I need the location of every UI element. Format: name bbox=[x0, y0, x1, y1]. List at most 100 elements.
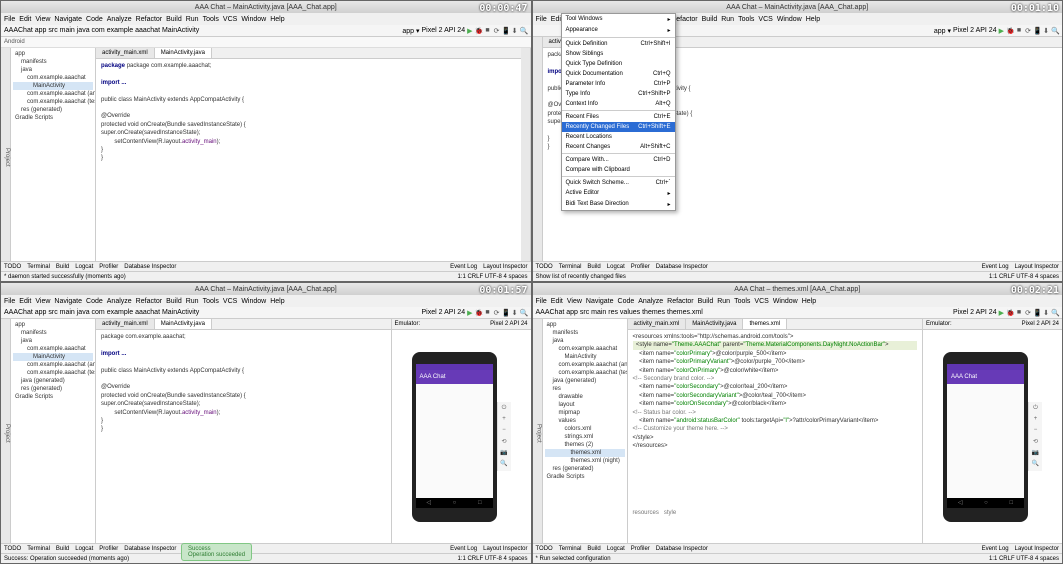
sidebar-left[interactable] bbox=[533, 37, 543, 261]
tab-activity-main[interactable]: activity_main.xml bbox=[96, 48, 155, 58]
device-screen[interactable]: AAA Chat bbox=[947, 364, 1024, 498]
menu-window[interactable]: Window bbox=[241, 298, 266, 305]
dd-recent-files[interactable]: Recent FilesCtrl+E bbox=[562, 112, 675, 122]
dd-quick-type[interactable]: Quick Type Definition bbox=[562, 59, 675, 69]
menu-file[interactable]: File bbox=[4, 298, 15, 305]
debug-icon[interactable]: 🐞 bbox=[475, 27, 483, 35]
avd-icon[interactable]: 📱 bbox=[1033, 27, 1041, 35]
stop-icon[interactable]: ■ bbox=[1015, 27, 1023, 35]
code-editor[interactable]: package com.example.aaachat; import ... … bbox=[96, 330, 391, 543]
nav-recent-icon[interactable]: □ bbox=[478, 500, 482, 506]
menu-help[interactable]: Help bbox=[270, 16, 284, 23]
tab-todo[interactable]: TODO bbox=[536, 264, 553, 270]
sidebar-left[interactable]: Project bbox=[533, 319, 543, 543]
emu-power-icon[interactable]: ⏻ bbox=[500, 405, 508, 413]
menu-tools[interactable]: Tools bbox=[203, 16, 219, 23]
nav-back-icon[interactable]: ◁ bbox=[426, 499, 431, 506]
dd-recent-changes[interactable]: Recent ChangesAlt+Shift+C bbox=[562, 142, 675, 152]
menu-edit[interactable]: Edit bbox=[19, 16, 31, 23]
menu-help[interactable]: Help bbox=[806, 16, 820, 23]
sync-icon[interactable]: ⟳ bbox=[1024, 27, 1032, 35]
dd-quick-def[interactable]: Quick DefinitionCtrl+Shift+I bbox=[562, 39, 675, 49]
emu-rotate-icon[interactable]: ⟲ bbox=[500, 438, 508, 446]
tree-manifests[interactable]: manifests bbox=[13, 58, 93, 66]
dd-tool-windows[interactable]: Tool Windows▸ bbox=[562, 14, 675, 25]
menu-code[interactable]: Code bbox=[86, 16, 103, 23]
menu-refactor[interactable]: Refactor bbox=[136, 16, 162, 23]
menu-help[interactable]: Help bbox=[270, 298, 284, 305]
tree-app[interactable]: app bbox=[13, 50, 93, 58]
tree-pkg2[interactable]: com.example.aaachat (androidTest) bbox=[13, 90, 93, 98]
tab-build[interactable]: Build bbox=[587, 264, 600, 270]
dd-recent-loc[interactable]: Recent Locations bbox=[562, 132, 675, 142]
tab-profiler[interactable]: Profiler bbox=[99, 264, 118, 270]
menu-file[interactable]: File bbox=[536, 16, 547, 23]
device-selector[interactable]: Pixel 2 API 24 bbox=[953, 27, 997, 34]
menu-view[interactable]: View bbox=[35, 298, 50, 305]
menu-view[interactable]: View bbox=[35, 16, 50, 23]
code-editor[interactable]: package package com.example.aaachat; imp… bbox=[96, 59, 521, 261]
emu-device[interactable]: Pixel 2 API 24 bbox=[490, 321, 527, 327]
tab-db[interactable]: Database Inspector bbox=[124, 264, 176, 270]
project-tree[interactable]: app manifests java com.example.aaachat M… bbox=[543, 319, 628, 543]
emu-zoom-icon[interactable]: 🔍 bbox=[500, 460, 508, 468]
tab-build[interactable]: Build bbox=[56, 264, 69, 270]
tab-main-activity[interactable]: MainActivity.java bbox=[155, 48, 212, 58]
stop-icon[interactable]: ■ bbox=[484, 27, 492, 35]
dd-quick-switch[interactable]: Quick Switch Scheme...Ctrl+` bbox=[562, 178, 675, 188]
dd-show-siblings[interactable]: Show Siblings bbox=[562, 49, 675, 59]
menu-navigate[interactable]: Navigate bbox=[54, 16, 82, 23]
tab-main-activity[interactable]: MainActivity.java bbox=[686, 319, 743, 329]
dd-recent-changed[interactable]: Recently Changed FilesCtrl+Shift+E bbox=[562, 122, 675, 132]
search-icon[interactable]: 🔍 bbox=[1051, 27, 1059, 35]
tree-gradle[interactable]: Gradle Scripts bbox=[13, 114, 93, 122]
tab-event-log[interactable]: Event Log bbox=[982, 264, 1009, 270]
tab-layout-insp[interactable]: Layout Inspector bbox=[483, 264, 527, 270]
menu-tools[interactable]: Tools bbox=[738, 16, 754, 23]
tab-logcat[interactable]: Logcat bbox=[75, 264, 93, 270]
device-selector[interactable]: Pixel 2 API 24 bbox=[422, 309, 466, 316]
project-view-selector[interactable]: Android bbox=[4, 39, 25, 45]
dd-param[interactable]: Parameter InfoCtrl+P bbox=[562, 79, 675, 89]
tab-db[interactable]: Database Inspector bbox=[656, 264, 708, 270]
menu-vcs[interactable]: VCS bbox=[223, 16, 237, 23]
sdk-icon[interactable]: ⬇ bbox=[1042, 27, 1050, 35]
tree-res-gen[interactable]: res (generated) bbox=[13, 106, 93, 114]
dd-appearance[interactable]: Appearance▸ bbox=[562, 25, 675, 36]
tree-java[interactable]: java bbox=[13, 66, 93, 74]
menu-window[interactable]: Window bbox=[241, 16, 266, 23]
tab-logcat[interactable]: Logcat bbox=[607, 264, 625, 270]
menu-window[interactable]: Window bbox=[777, 16, 802, 23]
menu-analyze[interactable]: Analyze bbox=[107, 298, 132, 305]
project-tree[interactable]: app manifests java com.example.aaachat M… bbox=[11, 319, 96, 543]
menu-file[interactable]: File bbox=[4, 16, 15, 23]
dd-type[interactable]: Type InfoCtrl+Shift+P bbox=[562, 89, 675, 99]
search-icon[interactable]: 🔍 bbox=[520, 27, 528, 35]
menu-code[interactable]: Code bbox=[86, 298, 103, 305]
tab-themes[interactable]: themes.xml bbox=[743, 319, 787, 329]
dd-bidi[interactable]: Bidi Text Base Direction▸ bbox=[562, 199, 675, 210]
sidebar-left[interactable]: Project bbox=[1, 48, 11, 261]
emu-camera-icon[interactable]: 📷 bbox=[500, 449, 508, 457]
menu-build[interactable]: Build bbox=[702, 16, 718, 23]
tab-main-activity[interactable]: MainActivity.java bbox=[155, 319, 212, 329]
dd-compare[interactable]: Compare With...Ctrl+D bbox=[562, 155, 675, 165]
run-icon[interactable]: ▶ bbox=[467, 27, 472, 35]
tab-terminal[interactable]: Terminal bbox=[27, 264, 50, 270]
tab-activity-main[interactable]: activity_main.xml bbox=[96, 319, 155, 329]
device-screen[interactable]: AAA Chat bbox=[416, 364, 493, 498]
menu-navigate[interactable]: Navigate bbox=[54, 298, 82, 305]
menu-edit[interactable]: Edit bbox=[19, 298, 31, 305]
tab-terminal[interactable]: Terminal bbox=[559, 264, 582, 270]
menu-refactor[interactable]: Refactor bbox=[136, 298, 162, 305]
dd-context[interactable]: Context InfoAlt+Q bbox=[562, 99, 675, 109]
tree-main-activity[interactable]: MainActivity bbox=[13, 82, 93, 90]
dd-active-editor[interactable]: Active Editor▸ bbox=[562, 188, 675, 199]
avd-icon[interactable]: 📱 bbox=[502, 27, 510, 35]
menu-analyze[interactable]: Analyze bbox=[107, 16, 132, 23]
device-selector[interactable]: Pixel 2 API 24 bbox=[422, 27, 466, 34]
sidebar-left[interactable]: Project bbox=[1, 319, 11, 543]
menu-run[interactable]: Run bbox=[186, 16, 199, 23]
tab-activity-main[interactable]: activity_main.xml bbox=[628, 319, 687, 329]
menu-vcs[interactable]: VCS bbox=[758, 16, 772, 23]
